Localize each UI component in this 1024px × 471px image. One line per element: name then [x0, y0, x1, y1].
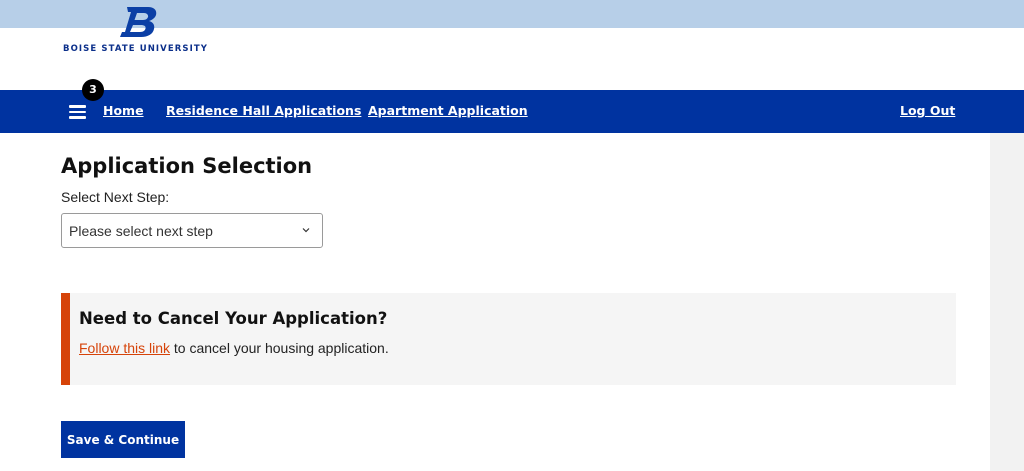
cancel-application-link[interactable]: Follow this link	[79, 340, 170, 356]
next-step-select[interactable]: Please select next step	[61, 213, 323, 248]
cancel-application-notice: Need to Cancel Your Application? Follow …	[61, 293, 956, 385]
nav-link-residence-hall-applications[interactable]: Residence Hall Applications	[166, 103, 361, 118]
select-next-step-label: Select Next Step:	[61, 189, 170, 205]
bronco-b-logo-icon	[120, 7, 157, 37]
nav-link-home[interactable]: Home	[103, 103, 144, 118]
cancel-notice-text: Follow this link to cancel your housing …	[79, 340, 389, 356]
page: BOISE STATE UNIVERSITY Home Residence Ha…	[0, 0, 1024, 471]
cancel-notice-text-after: to cancel your housing application.	[170, 340, 389, 356]
nav-link-apartment-application[interactable]: Apartment Application	[368, 103, 528, 118]
hamburger-icon[interactable]	[69, 105, 87, 119]
notification-badge[interactable]: 3	[82, 79, 104, 101]
right-side-panel	[990, 133, 1024, 471]
save-and-continue-button[interactable]: Save & Continue	[61, 421, 185, 458]
boise-state-logo[interactable]: BOISE STATE UNIVERSITY	[63, 6, 223, 56]
select-current-value: Please select next step	[69, 223, 213, 239]
page-title: Application Selection	[61, 154, 313, 178]
cancel-notice-heading: Need to Cancel Your Application?	[79, 309, 388, 328]
logo-wordmark: BOISE STATE UNIVERSITY	[63, 44, 209, 54]
logout-link[interactable]: Log Out	[900, 103, 955, 118]
chevron-down-icon	[302, 228, 310, 233]
main-navbar: Home Residence Hall Applications Apartme…	[0, 90, 1024, 133]
